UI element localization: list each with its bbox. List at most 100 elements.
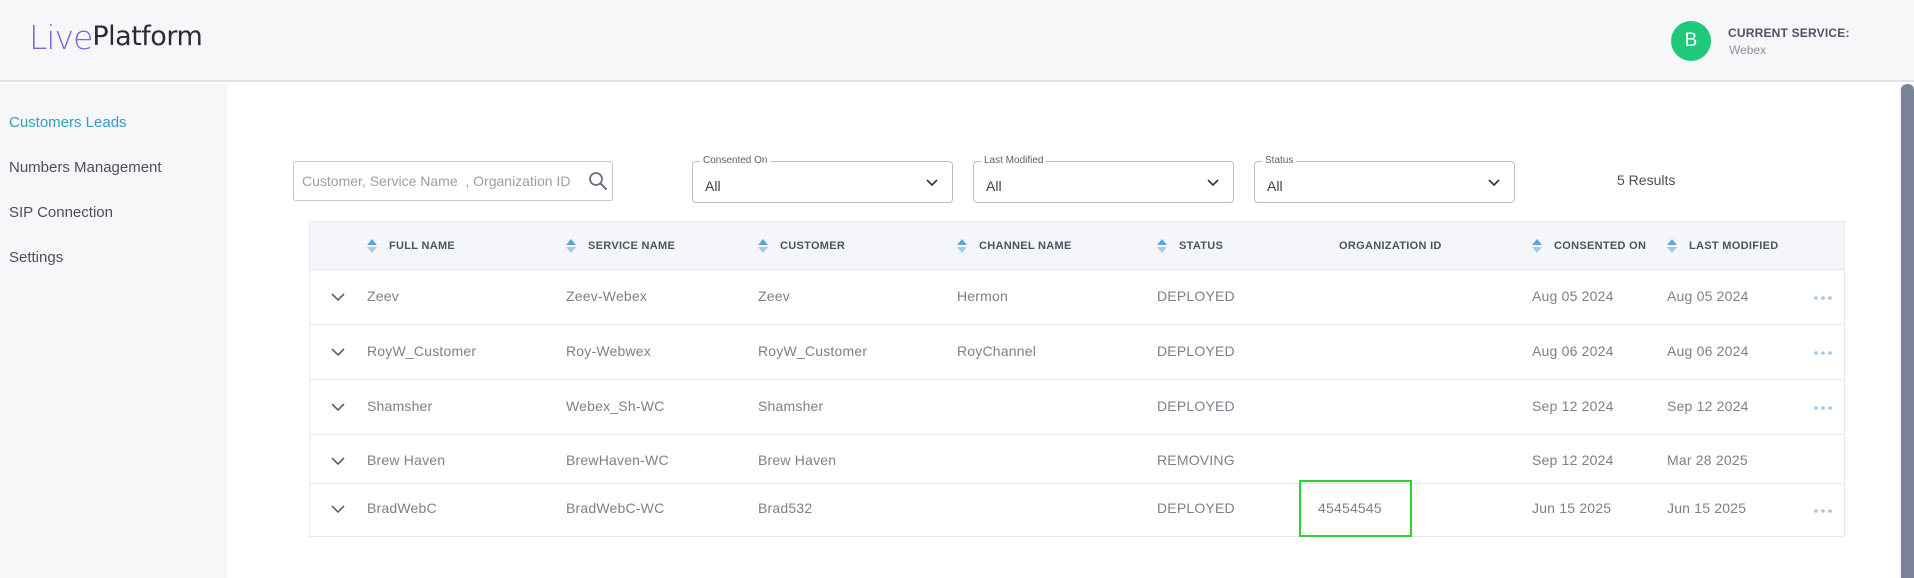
column-label: CUSTOMER: [780, 240, 846, 252]
table-row[interactable]: Shamsher Webex_Sh-WC Shamsher DEPLOYED S…: [310, 379, 1844, 434]
cell-consented-on: Jun 15 2025: [1532, 500, 1612, 516]
status-label: Status: [1262, 155, 1297, 166]
table-header: FULL NAME SERVICE NAME CUSTOMER CHANNEL …: [310, 222, 1844, 269]
current-service-value: Webex: [1729, 43, 1767, 57]
table-row[interactable]: BradWebC BradWebC-WC Brad532 DEPLOYED 45…: [310, 480, 1844, 537]
column-label: FULL NAME: [389, 240, 456, 252]
sort-icon[interactable]: [1157, 238, 1167, 254]
cell-channel-name: RoyChannel: [957, 343, 1037, 359]
column-label: CHANNEL NAME: [979, 240, 1072, 252]
table-row[interactable]: RoyW_Customer Roy-Webwex RoyW_Customer R…: [310, 324, 1844, 379]
column-label: LAST MODIFIED: [1689, 240, 1779, 252]
column-header-service-name[interactable]: SERVICE NAME: [566, 238, 675, 254]
cell-consented-on: Aug 05 2024: [1532, 288, 1614, 304]
sidebar-item-numbers-management[interactable]: Numbers Management: [9, 159, 162, 176]
consented-on-dropdown[interactable]: Consented On All: [692, 155, 953, 203]
sort-icon[interactable]: [566, 238, 576, 254]
cell-service-name: BradWebC-WC: [566, 500, 665, 516]
cell-full-name: RoyW_Customer: [367, 343, 477, 359]
more-options-icon[interactable]: [1813, 350, 1833, 356]
chevron-down-icon: [1488, 179, 1500, 187]
cell-consented-on: Sep 12 2024: [1532, 398, 1614, 414]
status-dropdown[interactable]: Status All: [1254, 155, 1515, 203]
cell-last-modified: Aug 05 2024: [1667, 288, 1749, 304]
last-modified-label: Last Modified: [981, 155, 1047, 166]
expand-chevron-icon[interactable]: [331, 456, 345, 466]
column-header-channel-name[interactable]: CHANNEL NAME: [957, 238, 1072, 254]
cell-service-name: BrewHaven-WC: [566, 452, 669, 468]
column-header-status[interactable]: STATUS: [1157, 238, 1223, 254]
cell-last-modified: Mar 28 2025: [1667, 452, 1748, 468]
cell-customer: Brew Haven: [758, 452, 837, 468]
cell-status: DEPLOYED: [1157, 398, 1235, 414]
column-header-consented-on[interactable]: CONSENTED ON: [1532, 238, 1646, 254]
search-box: [293, 161, 613, 201]
cell-full-name: Shamsher: [367, 398, 433, 414]
sort-icon[interactable]: [957, 238, 967, 254]
column-label: SERVICE NAME: [588, 240, 676, 252]
cell-full-name: Zeev: [367, 288, 399, 304]
column-header-full-name[interactable]: FULL NAME: [367, 238, 455, 254]
column-header-customer[interactable]: CUSTOMER: [758, 238, 845, 254]
expand-chevron-icon[interactable]: [331, 347, 345, 357]
table-row[interactable]: Zeev Zeev-Webex Zeev Hermon DEPLOYED Aug…: [310, 269, 1844, 324]
column-label: STATUS: [1179, 240, 1224, 252]
search-input[interactable]: [302, 171, 582, 191]
cell-full-name: Brew Haven: [367, 452, 446, 468]
column-header-last-modified[interactable]: LAST MODIFIED: [1667, 238, 1778, 254]
cell-last-modified: Aug 06 2024: [1667, 343, 1749, 359]
cell-organization-id: 45454545: [1318, 500, 1382, 516]
vertical-scrollbar[interactable]: [1899, 84, 1914, 578]
customers-table: FULL NAME SERVICE NAME CUSTOMER CHANNEL …: [309, 221, 1845, 537]
status-value: All: [1267, 178, 1283, 194]
search-icon[interactable]: [588, 171, 608, 191]
cell-last-modified: Jun 15 2025: [1667, 500, 1747, 516]
table-row[interactable]: Brew Haven BrewHaven-WC Brew Haven REMOV…: [310, 434, 1844, 483]
user-avatar[interactable]: B: [1671, 21, 1711, 61]
column-header-organization-id: ORGANIZATION ID: [1339, 238, 1442, 254]
cell-status: DEPLOYED: [1157, 288, 1235, 304]
current-service-label: CURRENT SERVICE:: [1728, 26, 1850, 40]
cell-customer: Zeev: [758, 288, 790, 304]
column-label: CONSENTED ON: [1554, 240, 1647, 252]
cell-customer: Shamsher: [758, 398, 824, 414]
scrollbar-thumb[interactable]: [1901, 84, 1914, 578]
sort-icon[interactable]: [758, 238, 768, 254]
sidebar: Customers Leads Numbers Management SIP C…: [0, 84, 227, 578]
cell-customer: Brad532: [758, 500, 813, 516]
more-options-icon[interactable]: [1813, 405, 1833, 411]
cell-status: DEPLOYED: [1157, 500, 1235, 516]
chevron-down-icon: [1207, 179, 1219, 187]
more-options-icon[interactable]: [1813, 508, 1833, 514]
logo-platform-text: Platform: [92, 21, 203, 52]
cell-full-name: BradWebC: [367, 500, 437, 516]
sidebar-item-customers-leads[interactable]: Customers Leads: [9, 114, 127, 131]
chevron-down-icon: [926, 179, 938, 187]
expand-chevron-icon[interactable]: [331, 402, 345, 412]
cell-channel-name: Hermon: [957, 288, 1008, 304]
cell-service-name: Webex_Sh-WC: [566, 398, 665, 414]
consented-on-label: Consented On: [700, 155, 771, 166]
cell-service-name: Roy-Webwex: [566, 343, 651, 359]
last-modified-value: All: [986, 178, 1002, 194]
cell-customer: RoyW_Customer: [758, 343, 868, 359]
sort-icon[interactable]: [1532, 238, 1542, 254]
consented-on-value: All: [705, 178, 721, 194]
liveplatform-logo[interactable]: Live Platform: [29, 18, 203, 58]
sort-icon[interactable]: [1667, 238, 1677, 254]
sort-icon[interactable]: [367, 238, 377, 254]
expand-chevron-icon[interactable]: [331, 504, 345, 514]
last-modified-dropdown[interactable]: Last Modified All: [973, 155, 1234, 203]
cell-service-name: Zeev-Webex: [566, 288, 648, 304]
sidebar-item-sip-connection[interactable]: SIP Connection: [9, 204, 113, 221]
cell-consented-on: Aug 06 2024: [1532, 343, 1614, 359]
cell-status: DEPLOYED: [1157, 343, 1235, 359]
expand-chevron-icon[interactable]: [331, 292, 345, 302]
cell-last-modified: Sep 12 2024: [1667, 398, 1749, 414]
logo-live-text: Live: [29, 18, 93, 57]
sidebar-item-settings[interactable]: Settings: [9, 249, 63, 266]
results-count: 5 Results: [1617, 172, 1676, 188]
more-options-icon[interactable]: [1813, 295, 1833, 301]
top-header: Live Platform B CURRENT SERVICE: Webex: [0, 0, 1914, 82]
column-label: ORGANIZATION ID: [1339, 240, 1442, 252]
